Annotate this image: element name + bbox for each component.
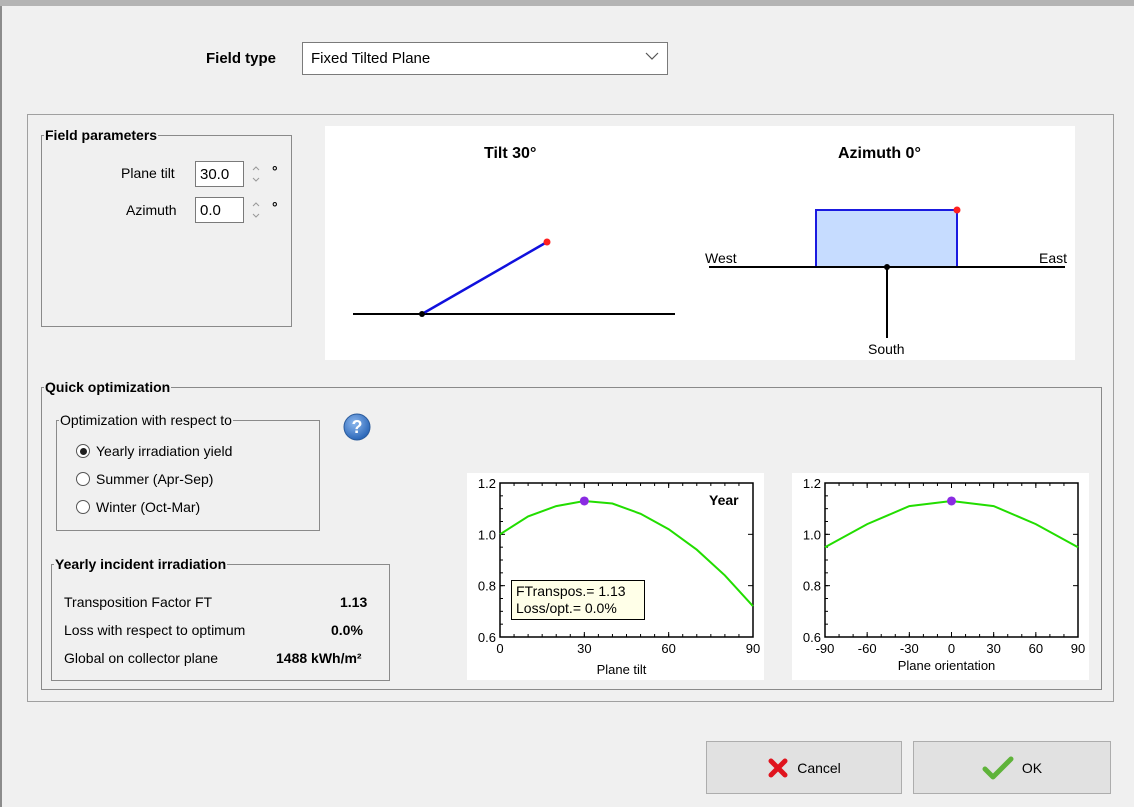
quick-optimization-title: Quick optimization [45,379,171,395]
azimuth-corner-dot [953,206,961,214]
orientation-diagram-svg [353,206,1065,338]
orientation-chart-svg: 0.60.81.01.2-90 -60 -30 0 30 60 90 [803,476,1085,656]
plane-tilt-spinner[interactable] [250,163,262,185]
orientation-chart-optimum-marker [947,496,956,506]
chevron-down-icon [645,52,659,60]
help-icon[interactable]: ? [342,412,372,442]
plane-tilt-label: Plane tilt [121,165,175,181]
option-winter-label: Winter (Oct-Mar) [96,499,201,515]
field-type-select[interactable]: Fixed Tilted Plane [302,42,668,75]
orientation-chart-ytick-label: 1.2 [803,476,821,491]
plane-tilt-input[interactable]: 30.0 [195,161,244,187]
tilt-chart-xtick-label: 60 [661,641,675,656]
ok-button-label: OK [1021,759,1043,776]
orientation-chart-xtick-label: 30 [986,641,1000,656]
global-value: 1488 kWh/m² [276,650,362,666]
field-parameters-group: Field parameters [41,128,292,327]
x-icon [768,758,788,777]
cancel-button[interactable]: Cancel [706,741,902,794]
plane-tilt-unit: ° [272,163,278,179]
azimuth-plane-rect [815,209,958,268]
chart-annotation-box: FTranspos.= 1.13 Loss/opt.= 0.0% [511,580,645,620]
tilt-chart-title: Year [709,492,739,508]
azimuth-spinner[interactable] [250,199,262,221]
annotation-loss: Loss/opt.= 0.0% [516,600,617,616]
west-label: West [705,250,737,266]
loss-value: 0.0% [331,622,363,638]
loss-label: Loss with respect to optimum [64,622,246,638]
field-type-value: Fixed Tilted Plane [311,50,431,67]
global-label: Global on collector plane [64,650,219,666]
yearly-irradiation-title: Yearly incident irradiation [55,556,227,572]
tilt-chart-ytick-label: 0.6 [478,630,496,645]
option-summer-label: Summer (Apr-Sep) [96,471,214,487]
window-top-border [0,0,1134,6]
radio-summer[interactable] [76,472,90,486]
ft-value: 1.13 [340,594,368,610]
orientation-chart: 0.6 0.8 1.0 1.2 -90 -60 -30 0 30 60 90 Plane orien… [792,473,1089,680]
orientation-chart-xtick-label: -30 [900,641,919,656]
annotation-ftranspos: FTranspos.= 1.13 [516,583,626,599]
radio-yearly[interactable] [76,444,90,458]
svg-text:?: ? [352,417,363,437]
option-winter[interactable]: Winter (Oct-Mar) [76,499,200,515]
optimization-respect-title: Optimization with respect to [60,412,232,428]
tilt-chart-ytick-label: 1.2 [478,476,496,491]
orientation-chart-xtick-label: 0 [948,641,955,656]
option-summer[interactable]: Summer (Apr-Sep) [76,471,213,487]
azimuth-unit: ° [272,199,278,215]
tilt-chart-optimum-marker [579,496,589,506]
orientation-chart-plot-frame [824,482,1079,638]
orientation-chart-ytick-label: 0.8 [803,579,821,594]
orientation-chart-xtick-label: 60 [1029,641,1043,656]
tilt-pivot-dot [419,311,425,317]
field-type-label: Field type [206,50,277,67]
option-yearly[interactable]: Yearly irradiation yield [76,443,232,459]
orientation-chart-xtick-label: -90 [816,641,835,656]
ft-label: Transposition Factor FT [64,594,213,610]
azimuth-center-dot [884,264,890,270]
radio-winter[interactable] [76,500,90,514]
orientation-chart-xlabel: Plane orientation [897,658,996,673]
azimuth-label: Azimuth [126,202,177,218]
azimuth-input[interactable]: 0.0 [195,197,244,223]
tilt-chart-xtick-label: 90 [746,641,760,656]
tilt-chart-xlabel: Plane tilt [596,662,647,677]
tilt-end-dot [543,238,551,246]
orientation-chart-xtick-label: 90 [1071,641,1085,656]
south-label: South [868,341,905,357]
ok-button[interactable]: OK [913,741,1111,794]
option-yearly-label: Yearly irradiation yield [96,443,233,459]
orientation-diagram-area: Tilt 30° Azimuth 0° West East South [325,126,1075,360]
tilt-chart: 0.6 0.8 1.0 1.2 0 30 60 90 Year FTranspos.= 1.1… [467,473,764,680]
tilt-chart-xtick-label: 0 [496,641,503,656]
orientation-chart-ytick-label: 1.0 [803,527,821,542]
tilt-chart-xtick-label: 30 [577,641,591,656]
window-left-border [0,6,2,807]
cancel-button-label: Cancel [797,759,841,776]
east-label: East [1039,250,1068,266]
tilt-plane-line [421,240,548,316]
tilt-chart-ytick-label: 0.8 [478,579,496,594]
orientation-chart-xtick-label: -60 [858,641,877,656]
tilt-chart-ytick-label: 1.0 [478,527,496,542]
field-parameters-title: Field parameters [45,127,158,143]
checkmark-icon [982,756,1014,779]
